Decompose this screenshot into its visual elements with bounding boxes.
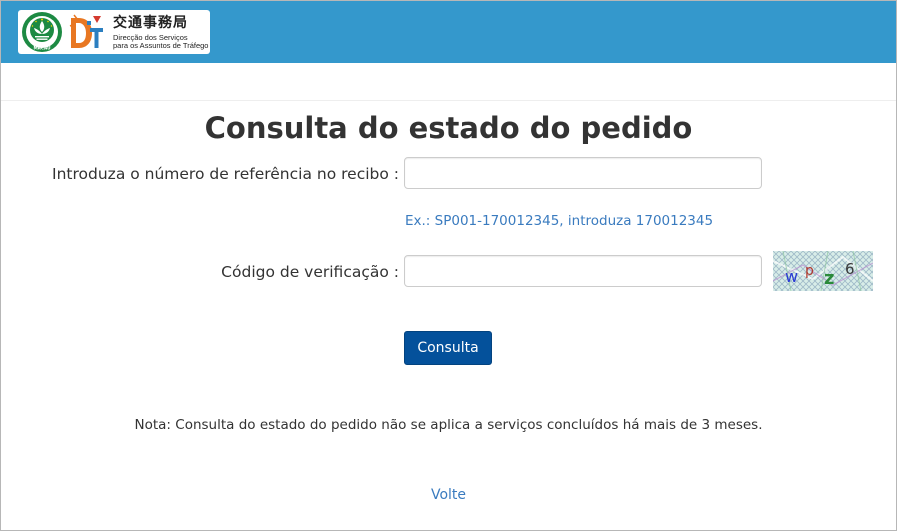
- captcha-char-2: p: [805, 263, 814, 279]
- page-title: Consulta do estado do pedido: [204, 111, 693, 145]
- header-divider: [1, 100, 896, 101]
- back-link-container: Volte: [1, 487, 896, 503]
- org-name-chinese: 交通事務局: [113, 15, 188, 31]
- note-text: Nota: Consulta do estado do pedido não s…: [134, 417, 763, 433]
- header-bar: MACAU 交通事務局 Direcção dos Serviços para o…: [1, 1, 896, 63]
- captcha-char-3: z: [824, 268, 834, 289]
- dsat-mark-icon: [69, 14, 103, 48]
- back-link[interactable]: Volte: [431, 487, 466, 503]
- reference-number-label: Introduza o número de referência no reci…: [52, 165, 399, 183]
- dsat-logo[interactable]: MACAU 交通事務局 Direcção dos Serviços para o…: [18, 10, 210, 54]
- org-name-portuguese-line2: para os Assuntos de Tráfego: [113, 41, 209, 50]
- captcha-char-4: 6: [845, 260, 855, 278]
- submit-query-button[interactable]: Consulta: [404, 331, 492, 365]
- page-frame: MACAU 交通事務局 Direcção dos Serviços para o…: [0, 0, 897, 531]
- reference-number-input[interactable]: [404, 157, 762, 189]
- captcha-char-1: w: [785, 267, 798, 286]
- macau-emblem-icon: MACAU: [22, 12, 62, 52]
- emblem-label: MACAU: [34, 46, 52, 51]
- reference-number-hint: Ex.: SP001-170012345, introduza 17001234…: [405, 213, 714, 229]
- verification-code-label: Código de verificação :: [221, 263, 399, 281]
- captcha-image[interactable]: w p z 6: [773, 251, 873, 291]
- verification-code-input[interactable]: [404, 255, 762, 287]
